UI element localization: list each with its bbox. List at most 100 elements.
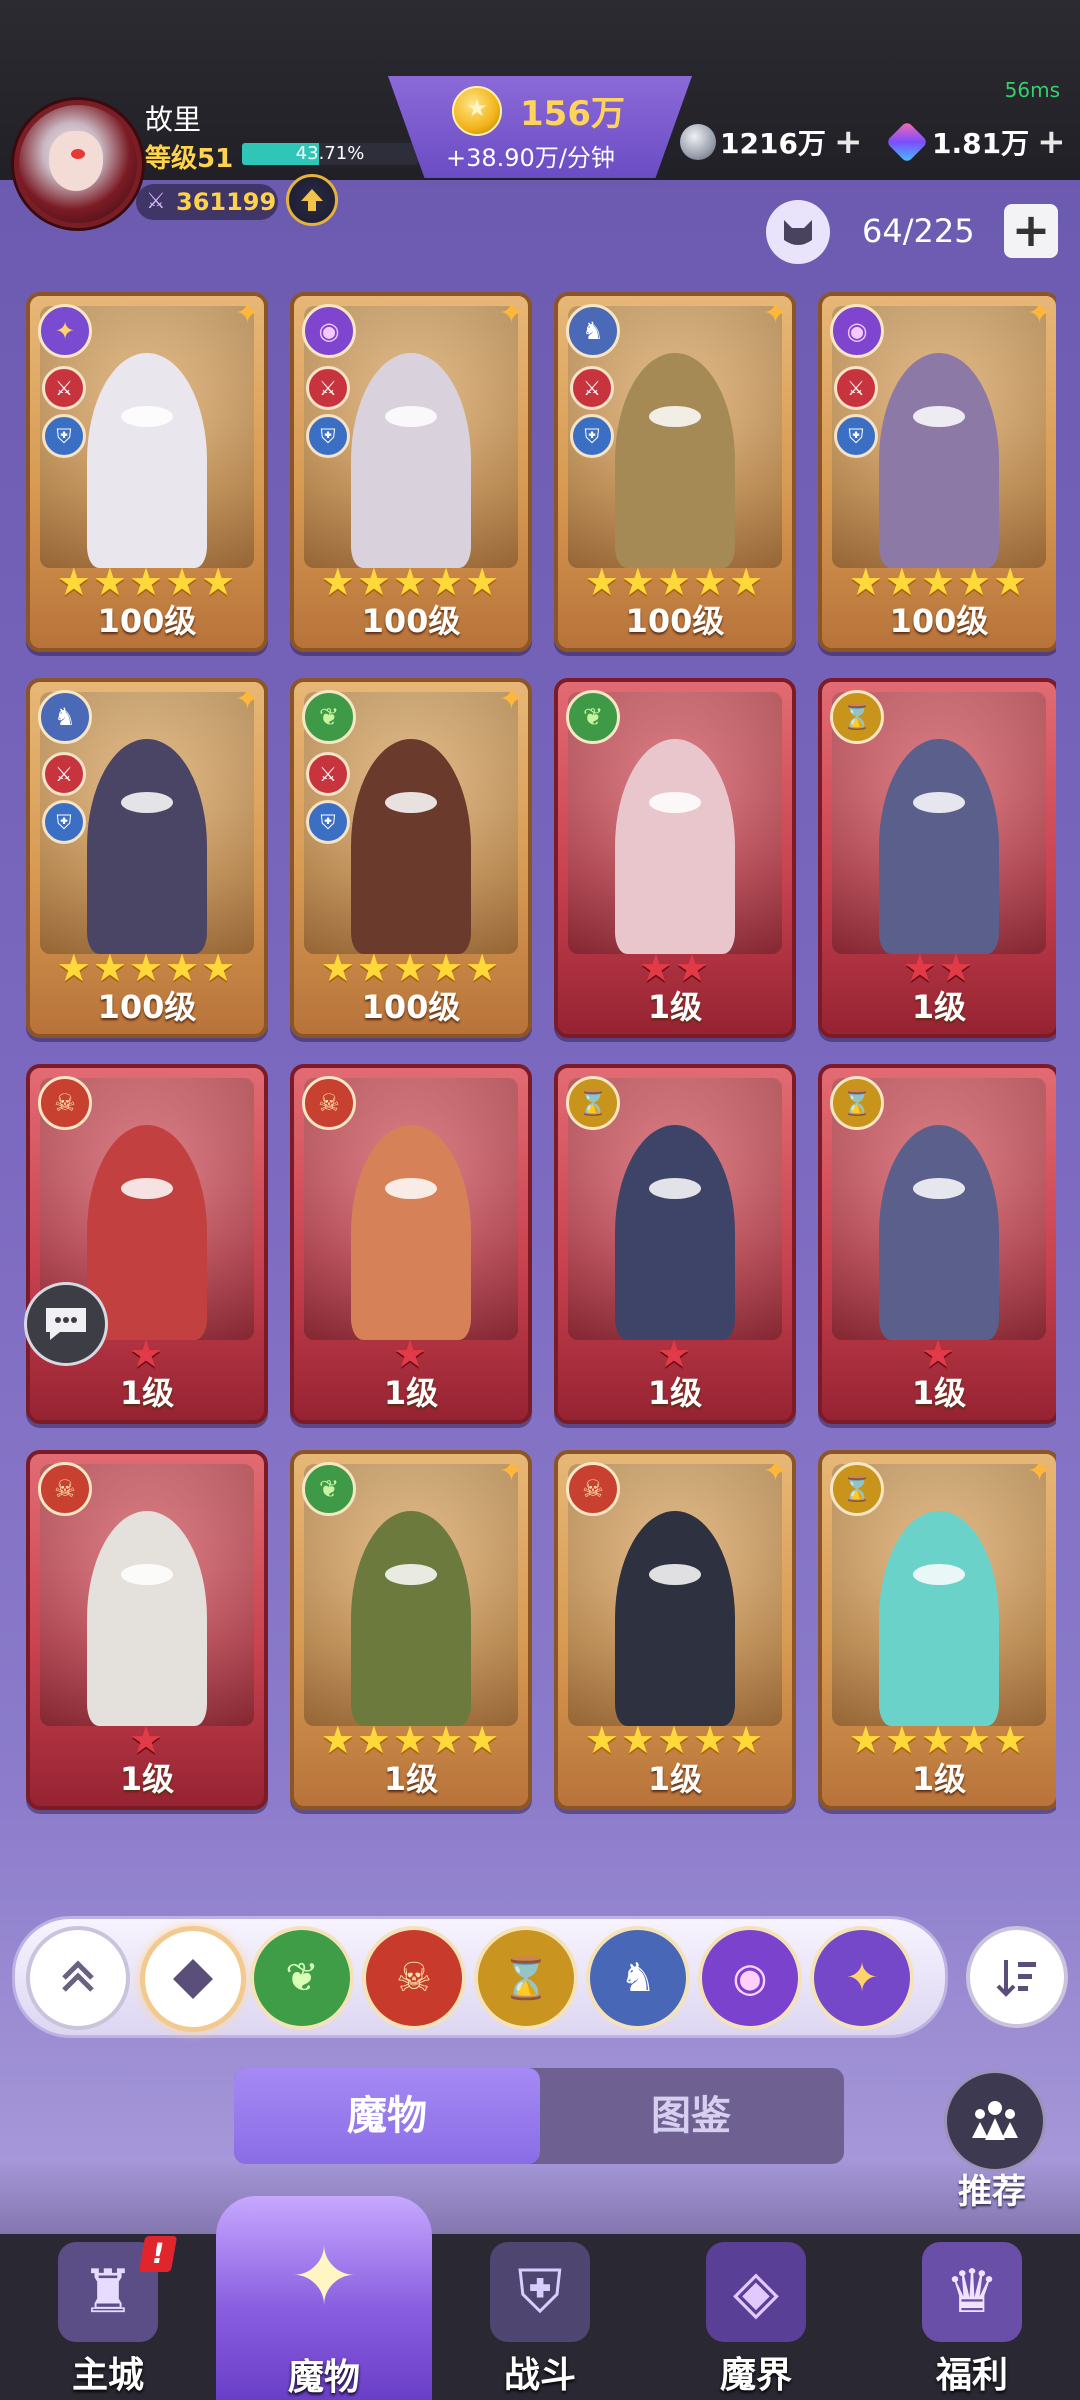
add-gem-icon[interactable]: + — [1037, 122, 1066, 162]
monster-silhouette — [87, 353, 207, 568]
monster-eyes — [121, 1177, 173, 1199]
add-slot-button[interactable]: + — [1004, 204, 1058, 258]
nav-label-demon-realm: 魔界 — [719, 2355, 792, 2396]
nav-demon-realm[interactable]: ◈ 魔界 — [648, 2234, 864, 2400]
tab-monsters[interactable]: 魔物 — [234, 2068, 540, 2164]
dragon-head-icon: ♞ — [38, 690, 92, 744]
power-pill: ⚔ 361199 — [136, 184, 278, 220]
monster-level: 1级 — [119, 1760, 175, 1798]
chat-bubble-icon — [46, 1308, 86, 1340]
monster-card[interactable]: ⌛ ★ 1级 — [818, 1064, 1056, 1424]
corner-sparkle-icon: ✦ — [762, 296, 788, 331]
filter-nature-button[interactable]: ❦ — [250, 1926, 354, 2030]
monster-card[interactable]: ⌛ ✦ ★★★★★ 1级 — [818, 1450, 1056, 1810]
monster-silhouette — [615, 739, 735, 954]
corner-sparkle-icon: ✦ — [234, 296, 260, 331]
player-name: 故里 — [145, 103, 202, 136]
filter-demon-button[interactable]: ☠ — [362, 1926, 466, 2030]
team-icon — [972, 2101, 1018, 2140]
demon-mask-icon: ☠ — [396, 1955, 432, 2001]
monster-eyes — [121, 1563, 173, 1585]
monster-silhouette — [879, 353, 999, 568]
spirit-star-icon: ✦ — [38, 304, 92, 358]
corner-sparkle-icon: ✦ — [762, 1454, 788, 1489]
defense-role-icon: ⛨ — [306, 414, 350, 458]
attack-role-icon: ⚔ — [834, 366, 878, 410]
monster-level: 1级 — [911, 988, 967, 1026]
filter-time-button[interactable]: ⌛ — [474, 1926, 578, 2030]
monster-card[interactable]: ◉ ⚔ ⛨ ✦ ★★★★★ 100级 — [290, 292, 532, 652]
nav-battle[interactable]: ⛨ 战斗 — [432, 2234, 648, 2400]
add-silver-icon[interactable]: + — [834, 122, 863, 162]
monster-card[interactable]: ☠ ★ 1级 — [290, 1064, 532, 1424]
avatar-face — [49, 131, 103, 191]
monster-card[interactable]: ❦ ★★ 1级 — [554, 678, 796, 1038]
corner-sparkle-icon: ✦ — [498, 682, 524, 717]
monster-collection-icon[interactable] — [766, 200, 830, 264]
nav-rewards[interactable]: ♛ 福利 — [864, 2234, 1080, 2400]
upgrade-button[interactable] — [286, 174, 338, 226]
monster-level: 1级 — [383, 1760, 439, 1798]
monster-level: 100级 — [361, 988, 461, 1026]
monster-level: 100级 — [625, 602, 725, 640]
filter-spirit-button[interactable]: ✦ — [810, 1926, 914, 2030]
monster-card[interactable]: ❦ ⚔ ⛨ ✦ ★★★★★ 100级 — [290, 678, 532, 1038]
monster-eyes — [385, 1177, 437, 1199]
monster-card[interactable]: ☠ ★ 1级 — [26, 1064, 268, 1424]
monster-silhouette — [87, 739, 207, 954]
monster-silhouette — [87, 1511, 207, 1726]
xp-percent: 43.71% — [295, 143, 365, 164]
portal-icon: ◈ — [706, 2242, 806, 2342]
monster-silhouette — [615, 353, 735, 568]
nav-main-city[interactable]: ♜ 主城 — [0, 2234, 216, 2400]
chat-button[interactable] — [24, 1282, 108, 1366]
ping-indicator: 56ms — [1004, 78, 1060, 102]
power-value: 361199 — [176, 188, 277, 216]
monster-eyes — [913, 405, 965, 427]
monster-card[interactable]: ♞ ⚔ ⛨ ✦ ★★★★★ 100级 — [26, 678, 268, 1038]
monster-silhouette — [879, 1125, 999, 1340]
monster-level: 100级 — [889, 602, 989, 640]
corner-sparkle-icon: ✦ — [498, 296, 524, 331]
filter-all-button[interactable] — [140, 1926, 246, 2032]
filter-eye-button[interactable]: ◉ — [698, 1926, 802, 2030]
monster-card[interactable]: ❦ ✦ ★★★★★ 1级 — [290, 1450, 532, 1810]
filter-dragon-button[interactable]: ♞ — [586, 1926, 690, 2030]
recommend-button[interactable] — [944, 2070, 1046, 2172]
treasure-chest-icon: ♛ — [922, 2242, 1022, 2342]
hourglass-icon: ⌛ — [501, 1955, 551, 2002]
monster-eyes — [385, 405, 437, 427]
gold-amount: 156万 — [520, 94, 625, 134]
monster-eyes — [121, 405, 173, 427]
monster-card[interactable]: ⌛ ★ 1级 — [554, 1064, 796, 1424]
monster-card[interactable]: ☠ ✦ ★★★★★ 1级 — [554, 1450, 796, 1810]
sort-button[interactable] — [966, 1926, 1068, 2028]
defense-role-icon: ⛨ — [834, 414, 878, 458]
view-tabs: 魔物 图鉴 — [234, 2068, 844, 2164]
monster-card[interactable]: ♞ ⚔ ⛨ ✦ ★★★★★ 100级 — [554, 292, 796, 652]
monster-level: 1级 — [647, 1374, 703, 1412]
cat-head-icon — [784, 220, 812, 245]
nav-label-main-city: 主城 — [71, 2355, 144, 2396]
silver-amount: 1216万 — [720, 127, 826, 160]
silver-coin-icon — [680, 124, 716, 160]
monster-eyes — [649, 1177, 701, 1199]
tab-codex[interactable]: 图鉴 — [538, 2068, 844, 2164]
monster-grid: ✦ ⚔ ⛨ ✦ ★★★★★ 100级 ◉ ⚔ ⛨ ✦ ★★★★★ 100级 ♞ ⚔ ⛨ ✦ ★★★★★ 100级 ◉… — [26, 292, 1056, 1864]
monster-silhouette — [351, 739, 471, 954]
nav-monsters[interactable]: ✦ 魔物 — [216, 2196, 432, 2400]
leaf-icon: ❦ — [302, 1462, 356, 1516]
dragon-head-icon: ♞ — [566, 304, 620, 358]
monster-card[interactable]: ☠ ★ 1级 — [26, 1450, 268, 1810]
monster-eyes — [649, 405, 701, 427]
gem-icon — [885, 120, 929, 164]
player-avatar[interactable] — [14, 100, 142, 228]
silver-currency[interactable]: 1216万 + — [680, 120, 862, 164]
monster-card[interactable]: ✦ ⚔ ⛨ ✦ ★★★★★ 100级 — [26, 292, 268, 652]
gem-currency[interactable]: 1.81万 + — [885, 120, 1066, 164]
monster-card[interactable]: ◉ ⚔ ⛨ ✦ ★★★★★ 100级 — [818, 292, 1056, 652]
monster-card[interactable]: ⌛ ★★ 1级 — [818, 678, 1056, 1038]
collapse-filter-button[interactable] — [26, 1926, 130, 2030]
monster-silhouette — [351, 1125, 471, 1340]
eye-icon: ◉ — [302, 304, 356, 358]
